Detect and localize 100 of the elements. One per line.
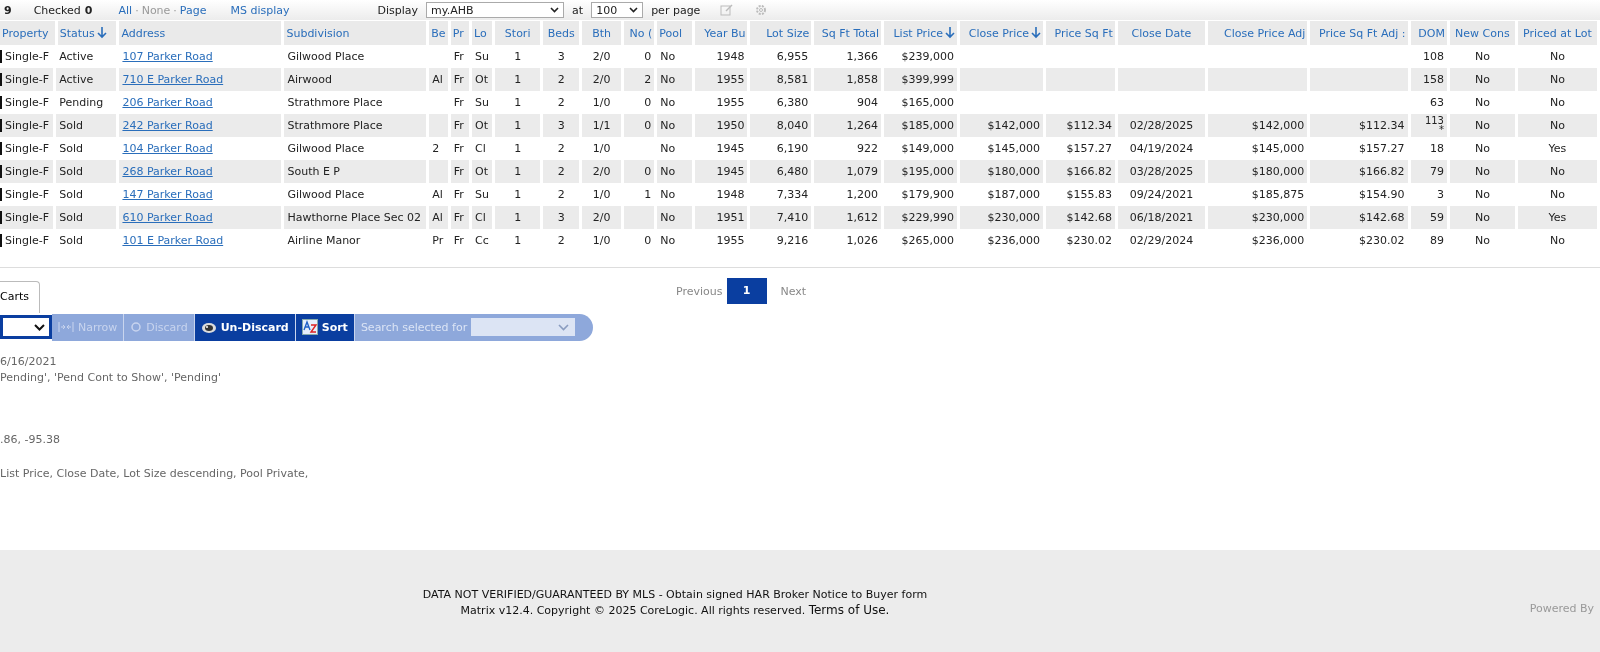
address-link[interactable]: 107 Parker Road	[122, 50, 213, 63]
previous-link[interactable]: Previous	[676, 284, 723, 298]
column-header[interactable]: Close Date	[1116, 21, 1207, 45]
terms-link[interactable]: Terms of Use.	[808, 603, 890, 617]
table-cell: Single-F	[5, 50, 50, 63]
table-cell: 2	[432, 142, 440, 155]
column-header[interactable]: Price Sq Ft	[1044, 21, 1117, 45]
address-link[interactable]: 104 Parker Road	[122, 142, 213, 155]
table-cell: 2/0	[592, 73, 611, 86]
table-cell: $180,000	[1251, 165, 1305, 178]
column-header[interactable]: New Cons	[1448, 21, 1517, 45]
powered-by-text: Powered By	[1529, 602, 1594, 615]
page-button[interactable]: 1	[726, 278, 767, 304]
settings-icon[interactable]	[754, 4, 769, 16]
table-cell: Fr	[453, 188, 464, 201]
select-link[interactable]: All	[118, 3, 133, 17]
table-cell: $185,875	[1251, 188, 1305, 201]
chevron-icon	[558, 323, 570, 331]
column-header[interactable]: Beds	[541, 21, 581, 45]
address-link[interactable]: 206 Parker Road	[122, 96, 213, 109]
select-link[interactable]: Page	[179, 3, 207, 17]
column-header[interactable]: Priced at Lot	[1516, 21, 1599, 45]
table-cell: 2	[557, 188, 565, 201]
table-cell: 1	[644, 188, 652, 201]
column-header[interactable]: DOM	[1409, 21, 1449, 45]
select-link[interactable]: None	[141, 3, 171, 17]
table-cell: No	[1474, 73, 1490, 86]
column-header[interactable]: Stori	[493, 21, 542, 45]
column-header[interactable]: Sq Ft Total	[812, 21, 883, 45]
table-cell: Sold	[59, 211, 83, 224]
edit-icon[interactable]	[720, 4, 735, 16]
display-label: Display	[377, 3, 419, 17]
column-header[interactable]: Price Sq Ft Adj :	[1308, 21, 1409, 45]
table-cell: No	[1474, 234, 1490, 247]
column-header[interactable]: Subdivision	[282, 21, 428, 45]
table-cell: 1,366	[846, 50, 879, 63]
table-cell: Cl	[475, 142, 486, 155]
table-cell: $399,999	[901, 73, 954, 86]
table-cell: 2/0	[592, 50, 611, 63]
table-cell: 6,190	[776, 142, 809, 155]
table-cell: 1948	[716, 188, 745, 201]
table-cell: 0	[644, 96, 652, 109]
table-cell: Single-F	[5, 211, 50, 224]
table-cell: Fr	[453, 73, 464, 86]
table-cell: 0	[644, 234, 652, 247]
address-link[interactable]: 101 E Parker Road	[122, 234, 224, 247]
chevron-icon	[34, 323, 45, 331]
tab[interactable]: Carts	[0, 281, 40, 313]
table-cell: $180,000	[987, 165, 1041, 178]
column-header[interactable]: Bth	[580, 21, 623, 45]
column-header[interactable]: Status	[56, 21, 118, 45]
column-header[interactable]: List Price	[882, 21, 959, 45]
column-header[interactable]: Pr	[449, 21, 471, 45]
table-cell: 8,040	[776, 119, 809, 132]
table-cell: Single-F	[5, 188, 50, 201]
column-header[interactable]: Lo	[470, 21, 494, 45]
table-cell: 1945	[716, 142, 745, 155]
table-cell: $229,990	[901, 211, 954, 224]
cart-select[interactable]	[0, 315, 52, 339]
table-cell: Fr	[453, 165, 464, 178]
table-cell: Yes	[1548, 142, 1567, 155]
table-cell: $154.90	[1359, 188, 1405, 201]
table-cell: 3	[1437, 188, 1444, 201]
table-cell: Strathmore Place	[287, 96, 383, 109]
at-label: at	[572, 3, 584, 17]
ms-display-link[interactable]: MS display	[230, 3, 290, 17]
table-cell: 1	[514, 165, 522, 178]
column-header[interactable]: Be	[427, 21, 450, 45]
address-link[interactable]: 147 Parker Road	[122, 188, 213, 201]
sort-button[interactable]: Sort	[295, 313, 355, 341]
table-cell: $166.82	[1359, 165, 1405, 178]
table-cell: 1	[514, 211, 522, 224]
display-select[interactable]: my.AHB	[426, 2, 565, 18]
column-header[interactable]: Pool	[655, 21, 694, 45]
column-header[interactable]: Address	[117, 21, 283, 45]
table-cell: No	[660, 234, 676, 247]
table-cell: $112.34	[1359, 119, 1405, 132]
table-cell: 113 *	[1424, 115, 1444, 134]
result-count: 9	[4, 3, 12, 17]
table-cell: 2	[557, 73, 565, 86]
per-page-select[interactable]: 100	[591, 2, 644, 18]
column-header[interactable]: Close Price Adj	[1206, 21, 1309, 45]
table-cell: $142,000	[1251, 119, 1305, 132]
criteria-text: 6/16/2021	[0, 354, 58, 370]
table-cell: No	[1474, 142, 1490, 155]
table-cell: 09/24/2021	[1129, 188, 1194, 201]
table-cell: 89	[1430, 234, 1444, 247]
table-cell: 1,079	[846, 165, 879, 178]
column-header[interactable]: Property	[0, 21, 57, 45]
column-header[interactable]: No (	[622, 21, 656, 45]
undiscard-button[interactable]: Un-Discard	[194, 313, 296, 341]
column-header[interactable]: Close Price	[958, 21, 1045, 45]
table-cell: Sold	[59, 165, 83, 178]
criteria-text: .86, -95.38	[0, 432, 61, 448]
table-cell: Pending	[59, 96, 104, 109]
column-header[interactable]: Year Bu	[693, 21, 749, 45]
column-header[interactable]: Lot Size	[748, 21, 813, 45]
next-link[interactable]: Next	[780, 284, 807, 298]
search-select[interactable]	[471, 318, 576, 336]
table-cell: Active	[59, 50, 94, 63]
